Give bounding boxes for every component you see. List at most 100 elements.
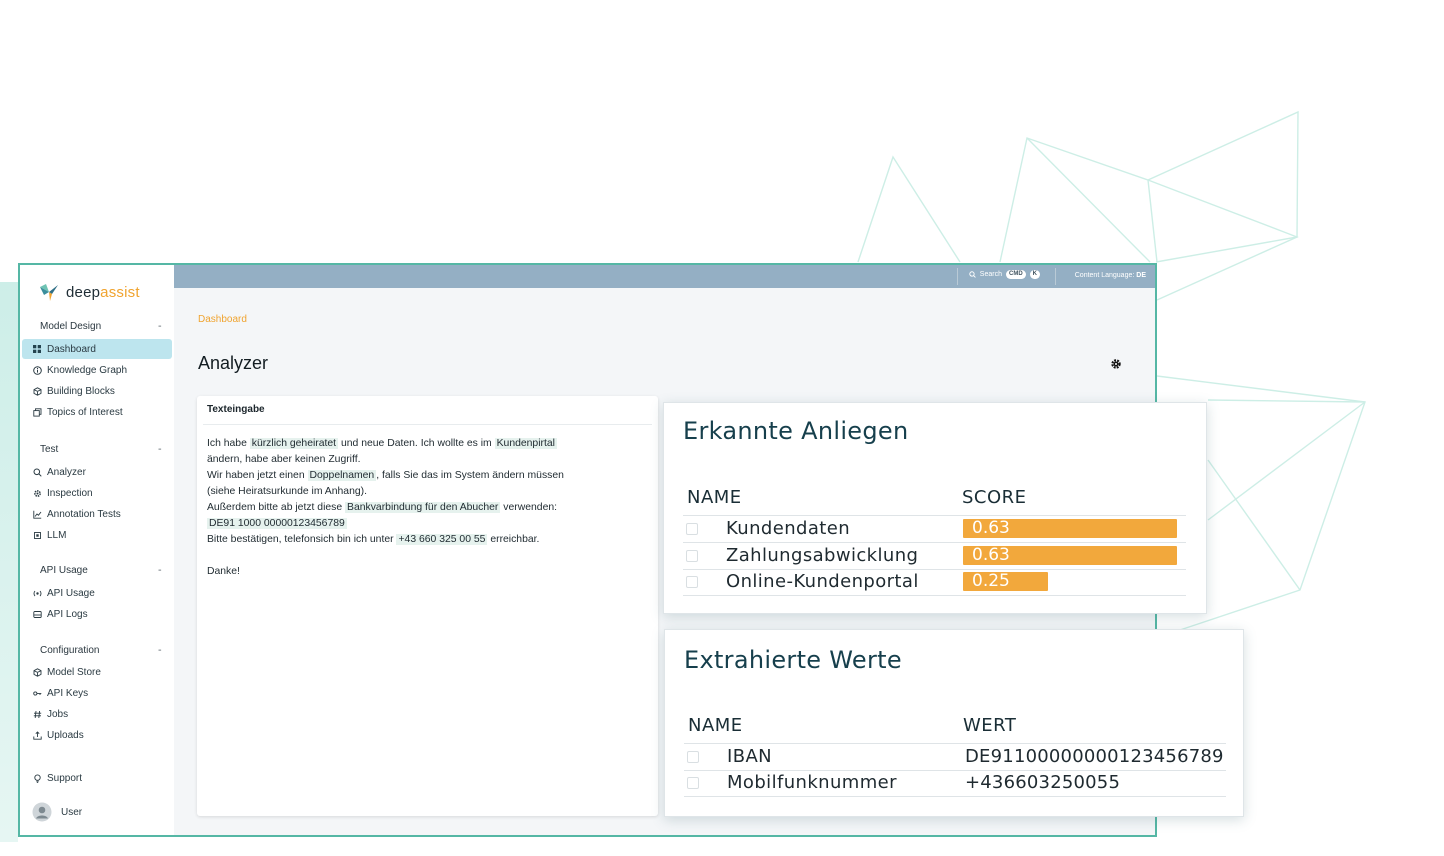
sidebar-item-api-keys[interactable]: API Keys <box>22 683 172 703</box>
content-language-value: DE <box>1136 272 1146 279</box>
chip-icon <box>32 530 42 540</box>
sidebar-item-knowledge-graph[interactable]: Knowledge Graph <box>22 360 172 380</box>
entity-name: IBAN <box>727 746 773 767</box>
collapse-configuration-button[interactable]: - <box>158 645 162 656</box>
hash-icon <box>32 709 42 719</box>
intents-col-name: NAME <box>687 487 742 508</box>
sidebar-item-api-usage[interactable]: API Usage <box>22 583 172 603</box>
sidebar-item-label: Analyzer <box>47 466 86 478</box>
row-checkbox[interactable] <box>686 523 698 535</box>
collapse-test-button[interactable]: - <box>158 444 162 455</box>
text-input-title: Texteingabe <box>207 404 265 415</box>
breadcrumb[interactable]: Dashboard <box>198 314 247 325</box>
sidebar-item-label: Uploads <box>47 729 84 741</box>
topbar-divider <box>1055 268 1056 285</box>
text-line: DE91 1000 00000123456789 <box>207 516 647 532</box>
sidebar-item-label: Topics of Interest <box>47 406 123 418</box>
intent-row[interactable]: Online-Kundenportal 0.25 <box>664 570 1206 596</box>
highlighted-entity[interactable]: kürzlich geheiratet <box>249 438 339 449</box>
divider <box>684 796 1226 797</box>
highlighted-entity[interactable]: Kundenpirtal <box>494 438 557 449</box>
row-checkbox[interactable] <box>686 576 698 588</box>
sidebar-item-llm[interactable]: LLM <box>22 525 172 545</box>
score-bar: 0.63 <box>963 545 1177 565</box>
intent-row[interactable]: Zahlungsabwicklung 0.63 <box>664 544 1206 570</box>
box-icon <box>32 667 42 677</box>
global-search-button[interactable]: Search CMD K <box>969 270 1040 279</box>
row-checkbox[interactable] <box>687 751 699 763</box>
intents-title: Erkannte Anliegen <box>683 417 909 445</box>
highlighted-entity[interactable]: DE91 1000 00000123456789 <box>207 518 347 529</box>
sidebar: deepassist Model Design - Dashboard Know… <box>20 265 174 835</box>
entity-value: DE91100000000123456789 <box>965 746 1224 767</box>
user-menu[interactable]: User <box>22 799 172 825</box>
score-bar: 0.25 <box>963 572 1048 591</box>
section-title-test: Test <box>40 444 59 455</box>
collapse-model-design-button[interactable]: - <box>158 321 162 332</box>
intents-col-score: SCORE <box>962 487 1027 508</box>
text-line: ändern, habe aber keinen Zugriff. <box>207 454 361 465</box>
intent-row[interactable]: Kundendaten 0.63 <box>664 517 1206 543</box>
radar-icon <box>32 588 42 598</box>
sidebar-item-dashboard[interactable]: Dashboard <box>22 339 172 359</box>
brand-name: deepassist <box>66 283 140 301</box>
search-icon <box>32 467 42 477</box>
entity-row[interactable]: IBAN DE91100000000123456789 <box>665 744 1243 771</box>
text-line: Bitte bestätigen, telefonsich bin ich un… <box>207 534 540 545</box>
sidebar-item-building-blocks[interactable]: Building Blocks <box>22 381 172 401</box>
highlighted-entity[interactable]: +43 660 325 00 55 <box>396 534 488 545</box>
shortcut-key-k: K <box>1029 270 1040 279</box>
divider <box>683 515 1186 516</box>
logo[interactable]: deepassist <box>38 279 140 305</box>
row-checkbox[interactable] <box>686 549 698 562</box>
copy-icon <box>32 407 42 417</box>
score-value: 0.25 <box>972 571 1010 591</box>
sidebar-item-api-logs[interactable]: API Logs <box>22 604 172 624</box>
topbar-divider <box>957 268 958 285</box>
sidebar-item-annotation-tests[interactable]: Annotation Tests <box>22 504 172 524</box>
key-icon <box>32 688 42 698</box>
sidebar-item-inspection[interactable]: Inspection <box>22 483 172 503</box>
highlighted-entity[interactable]: Bankvarbindung für den Abucher <box>345 502 501 513</box>
divider <box>683 595 1186 596</box>
sidebar-item-support[interactable]: Support <box>22 768 172 788</box>
upload-icon <box>32 730 42 740</box>
entities-title: Extrahierte Werte <box>684 646 902 674</box>
page-title: Analyzer <box>198 353 269 373</box>
text-line: Ich habe kürzlich geheiratet und neue Da… <box>207 438 557 449</box>
row-checkbox[interactable] <box>687 777 699 789</box>
chart-icon <box>32 509 42 519</box>
sidebar-item-label: API Logs <box>47 608 88 620</box>
sidebar-item-label: Annotation Tests <box>47 508 121 520</box>
search-icon <box>969 271 976 278</box>
sidebar-item-label: Model Store <box>47 666 101 678</box>
score-bar: 0.63 <box>963 519 1177 538</box>
gear-icon <box>32 488 42 498</box>
sidebar-item-analyzer[interactable]: Analyzer <box>22 462 172 482</box>
sidebar-item-label: Inspection <box>47 487 93 499</box>
user-label: User <box>61 806 83 818</box>
sidebar-item-model-store[interactable]: Model Store <box>22 662 172 682</box>
text-input-area[interactable]: Ich habe kürzlich geheiratet und neue Da… <box>207 436 647 580</box>
background-accent-strip <box>0 282 18 842</box>
entity-name: Mobilfunknummer <box>727 772 897 793</box>
sidebar-item-label: Jobs <box>47 708 69 720</box>
sidebar-item-label: API Usage <box>47 587 95 599</box>
sidebar-item-label: Dashboard <box>47 343 96 355</box>
info-circle-icon <box>32 365 42 375</box>
sidebar-item-uploads[interactable]: Uploads <box>22 725 172 745</box>
drive-icon <box>32 609 42 619</box>
collapse-api-usage-button[interactable]: - <box>158 565 162 576</box>
text-line: Wir haben jetzt einen Doppelnamen, falls… <box>207 470 564 481</box>
sidebar-item-label: Support <box>47 772 83 784</box>
highlighted-entity[interactable]: Doppelnamen <box>307 470 377 481</box>
settings-gear-icon[interactable] <box>1110 358 1122 370</box>
content-language-selector[interactable]: Content Language: DE <box>1075 272 1146 279</box>
sidebar-item-jobs[interactable]: Jobs <box>22 704 172 724</box>
sidebar-item-label: API Keys <box>47 687 89 699</box>
intent-name: Kundendaten <box>726 518 851 539</box>
intent-name: Online-Kundenportal <box>726 571 919 592</box>
entity-row[interactable]: Mobilfunknummer +436603250055 <box>665 770 1243 797</box>
sidebar-item-topics-of-interest[interactable]: Topics of Interest <box>22 402 172 422</box>
content-language-label: Content Language: <box>1074 272 1135 279</box>
